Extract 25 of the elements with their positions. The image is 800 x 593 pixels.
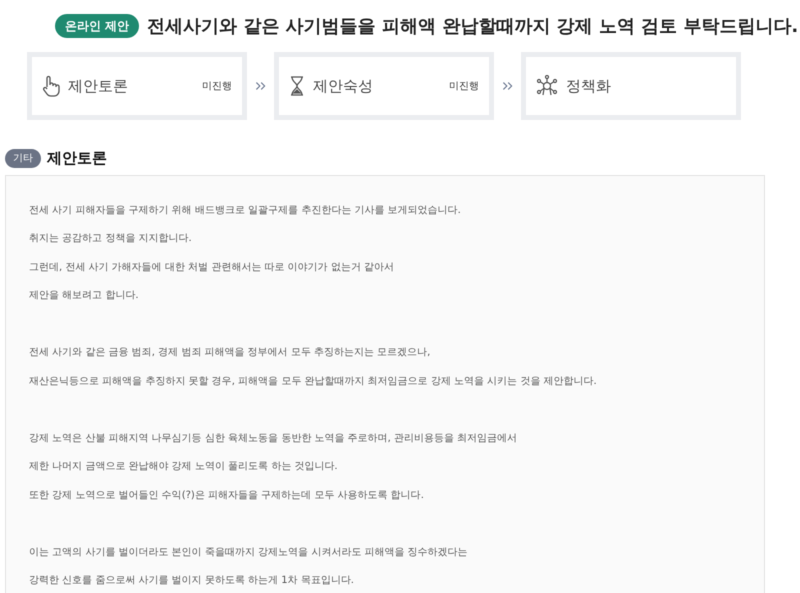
proposal-title: 전세사기와 같은 사기범들을 피해액 완납할때까지 강제 노역 검토 부탁드립니다. <box>147 14 798 38</box>
body-text: 또한 강제 노역으로 벌어들인 수익(?)은 피해자들을 구제하는데 모두 사용하도록 합니다. <box>29 488 425 502</box>
network-icon <box>536 75 558 97</box>
body-text: 취지는 공감하고 정책을 지지합니다. <box>29 232 193 246</box>
body-text: 그런데, 전세 사기 가해자들에 대한 처벌 관련해서는 따로 이야기가 없는거 같아서 <box>29 260 395 274</box>
step-label: 정책화 <box>566 76 611 97</box>
hand-pointer-icon <box>42 75 60 97</box>
body-text: 전세 사기 피해자들을 구제하기 위해 배드뱅크로 일괄구제를 추진한다는 기사를 보게되었습니다. <box>29 204 462 218</box>
online-proposal-badge: 온라인 제안 <box>55 14 140 38</box>
double-chevron-icon <box>255 79 266 93</box>
body-text: 제안을 해보려고 합니다. <box>29 289 140 303</box>
body-text: 재산은닉등으로 피해액을 추징하지 못할 경우, 피해액을 모두 완납할때까지 최저임금으로 강제 노역을 시키는 것을 제안합니다. <box>29 374 598 388</box>
category-badge: 기타 <box>5 148 41 168</box>
section-title: 제안토론 <box>47 148 107 169</box>
step-label: 제안숙성 <box>313 76 373 97</box>
body-text: 제한 나머지 금액으로 완납해야 강제 노역이 풀리도록 하는 것입니다. <box>29 460 339 474</box>
step-status: 미진행 <box>449 80 479 94</box>
body-text: 전세 사기와 같은 금융 범죄, 경제 범죄 피해액을 정부에서 모두 추징하는지는 모르겠으나, <box>29 346 432 360</box>
body-text: 강제 노역은 산불 피해지역 나무심기등 심한 육체노동을 동반한 노역을 주로하며, 관리비용등을 최저임금에서 <box>29 432 518 446</box>
body-text: 강력한 신호를 줌으로써 사기를 벌이지 못하도록 하는게 1차 목표입니다. <box>29 574 355 588</box>
step-status: 미진행 <box>202 80 232 94</box>
double-chevron-icon <box>502 79 513 93</box>
hourglass-icon <box>289 76 305 96</box>
body-text: 이는 고액의 사기를 벌이더라도 본인이 죽을때까지 강제노역을 시켜서라도 피해액을 징수하겠다는 <box>29 546 469 560</box>
step-label: 제안토론 <box>68 76 128 97</box>
